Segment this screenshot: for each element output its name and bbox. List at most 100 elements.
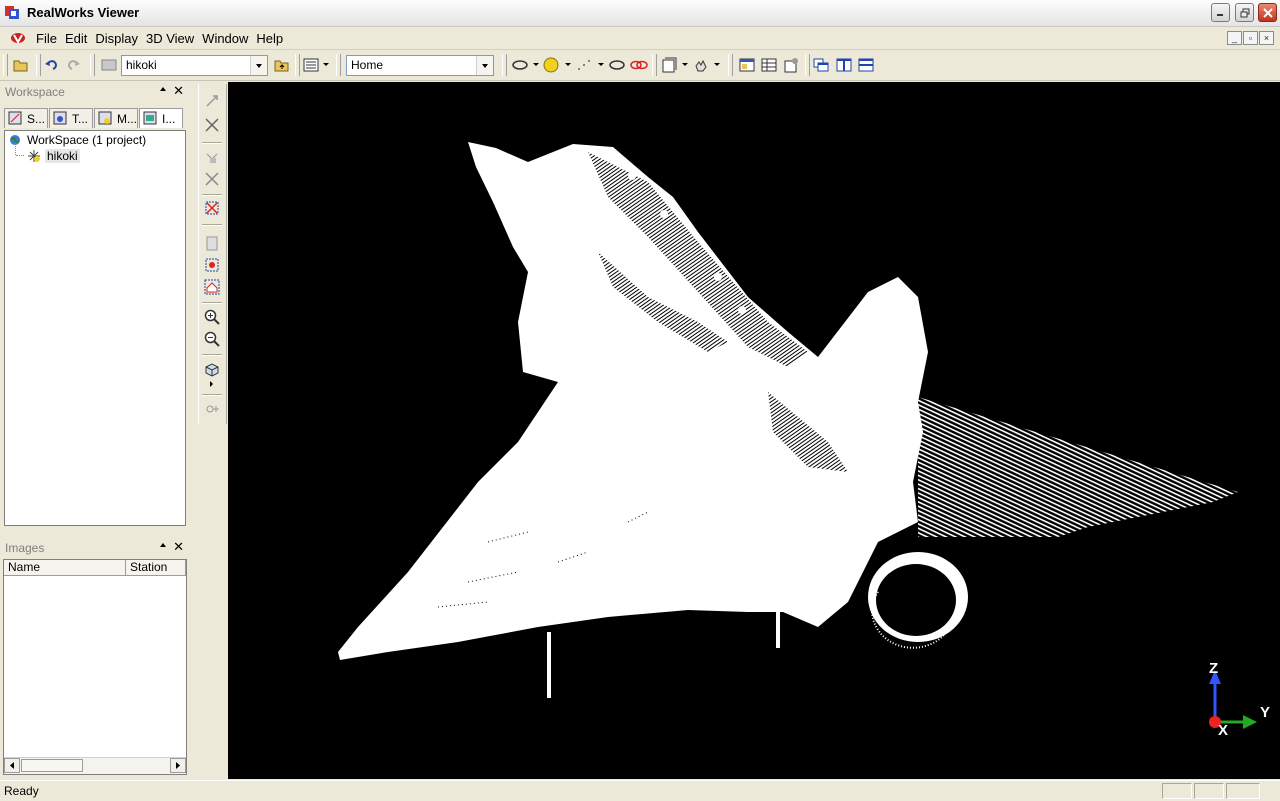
point-cloud-render[interactable] (228, 82, 1280, 779)
transform-icon[interactable] (203, 92, 221, 110)
images-list: Name Station (3, 559, 187, 775)
menu-edit[interactable]: Edit (61, 31, 91, 46)
toolbar-grip (805, 54, 810, 76)
landing-gear-strut (776, 610, 780, 648)
project-select[interactable]: hikoki (121, 55, 268, 76)
undo-icon[interactable] (43, 56, 61, 74)
workspace-panel-header: Workspace ✕ (2, 83, 188, 101)
realworks-logo-icon[interactable] (10, 32, 26, 44)
aircraft-tail-fin (918, 397, 1238, 537)
zoom-in-icon[interactable] (203, 308, 221, 326)
app-icon (5, 6, 19, 19)
chevron-right-icon[interactable] (210, 381, 213, 387)
tree-item-workspace[interactable]: WorkSpace (1 project) (9, 133, 146, 147)
clip-box-icon[interactable] (660, 56, 678, 74)
scroll-right-button[interactable] (170, 758, 186, 773)
chevron-down-icon[interactable] (250, 56, 267, 75)
workspace-tabs: S... T... M... I... (4, 108, 186, 130)
tab-s[interactable]: S... (4, 108, 48, 128)
segment-tool-icon[interactable] (203, 116, 221, 134)
images-panel-title: Images (5, 541, 45, 555)
3d-viewport[interactable]: Z Y X (228, 82, 1280, 779)
axis-label-z: Z (1209, 660, 1219, 677)
fence-select-icon[interactable] (203, 199, 221, 217)
close-button[interactable] (1258, 3, 1277, 22)
cut-tool-icon[interactable] (203, 170, 221, 188)
status-bar: Ready (0, 780, 1280, 801)
mdi-close-button[interactable]: × (1259, 31, 1274, 45)
menu-display[interactable]: Display (91, 31, 142, 46)
minimize-button[interactable] (1211, 3, 1230, 22)
properties-icon[interactable] (782, 56, 800, 74)
mdi-minimize-button[interactable]: _ (1227, 31, 1242, 45)
horizontal-scrollbar[interactable] (4, 757, 186, 774)
cube-view-icon[interactable] (203, 360, 221, 378)
menu-file[interactable]: File (32, 31, 61, 46)
tile-vertical-icon[interactable] (835, 56, 853, 74)
chevron-down-icon[interactable] (598, 63, 604, 66)
chevron-down-icon[interactable] (682, 63, 688, 66)
view-select[interactable]: Home (346, 55, 494, 76)
points-icon[interactable] (575, 56, 593, 74)
chevron-down-icon[interactable] (323, 63, 329, 66)
status-text: Ready (4, 784, 39, 798)
toolbar-grip (502, 54, 507, 76)
toolbar-grip[interactable] (3, 54, 8, 76)
clipboard-icon[interactable] (203, 234, 221, 252)
tile-horizontal-icon[interactable] (857, 56, 875, 74)
toolbar-grip (652, 54, 657, 76)
hand-icon[interactable] (692, 56, 710, 74)
open-folder-icon[interactable] (12, 56, 30, 74)
toolbar-separator (202, 394, 222, 396)
close-icon[interactable]: ✕ (173, 539, 184, 555)
image-icon (143, 111, 157, 125)
workspace-tree: WorkSpace (1 project) hikoki (4, 130, 186, 526)
mdi-restore-button[interactable]: ▫ (1243, 31, 1258, 45)
pin-icon[interactable] (160, 87, 166, 91)
chevron-left-icon (10, 762, 14, 769)
list-view-icon[interactable] (302, 56, 320, 74)
toolbar-grip (295, 54, 300, 76)
main-toolbar: hikoki Home (0, 50, 1280, 81)
chevron-down-icon[interactable] (565, 63, 571, 66)
chevron-down-icon[interactable] (476, 56, 493, 75)
cascade-windows-icon[interactable] (812, 56, 830, 74)
tree-item-workspace-label: WorkSpace (1 project) (27, 133, 147, 147)
toolbar-grip (728, 54, 733, 76)
chevron-down-icon[interactable] (714, 63, 720, 66)
link-icon[interactable] (630, 56, 648, 74)
menu-help[interactable]: Help (252, 31, 287, 46)
zoom-extents-icon[interactable] (203, 256, 221, 274)
tree-item-hikoki[interactable]: hikoki (27, 149, 80, 163)
pin-icon[interactable] (160, 543, 166, 547)
toolbar-grip (336, 54, 341, 76)
cloud-shape-icon[interactable] (511, 56, 529, 74)
folder-up-icon[interactable] (273, 56, 291, 74)
table-icon[interactable] (760, 56, 778, 74)
sphere-icon[interactable] (542, 56, 560, 74)
restore-button[interactable] (1235, 3, 1254, 22)
settings-tool-icon[interactable] (203, 400, 221, 418)
zoom-out-icon[interactable] (203, 330, 221, 348)
tab-i[interactable]: I... (139, 108, 183, 128)
toolbar-grip (90, 54, 95, 76)
tab-m[interactable]: M... (94, 108, 138, 128)
status-pane (1194, 783, 1224, 799)
close-icon[interactable]: ✕ (173, 83, 184, 99)
window-icon[interactable] (738, 56, 756, 74)
menu-window[interactable]: Window (198, 31, 252, 46)
workspace-panel-title: Workspace (5, 85, 65, 99)
status-pane (1162, 783, 1192, 799)
scroll-left-button[interactable] (4, 758, 20, 773)
project-sparkle-icon (28, 150, 40, 162)
column-header-station[interactable]: Station (126, 560, 186, 576)
chevron-down-icon[interactable] (533, 63, 539, 66)
measure-icon[interactable] (203, 148, 221, 166)
ellipse-icon[interactable] (608, 56, 626, 74)
scroll-thumb[interactable] (21, 759, 83, 772)
menu-3d-view[interactable]: 3D View (142, 31, 198, 46)
tab-t[interactable]: T... (49, 108, 93, 128)
home-view-icon[interactable] (203, 278, 221, 296)
column-header-name[interactable]: Name (4, 560, 126, 576)
redo-icon[interactable] (64, 56, 82, 74)
